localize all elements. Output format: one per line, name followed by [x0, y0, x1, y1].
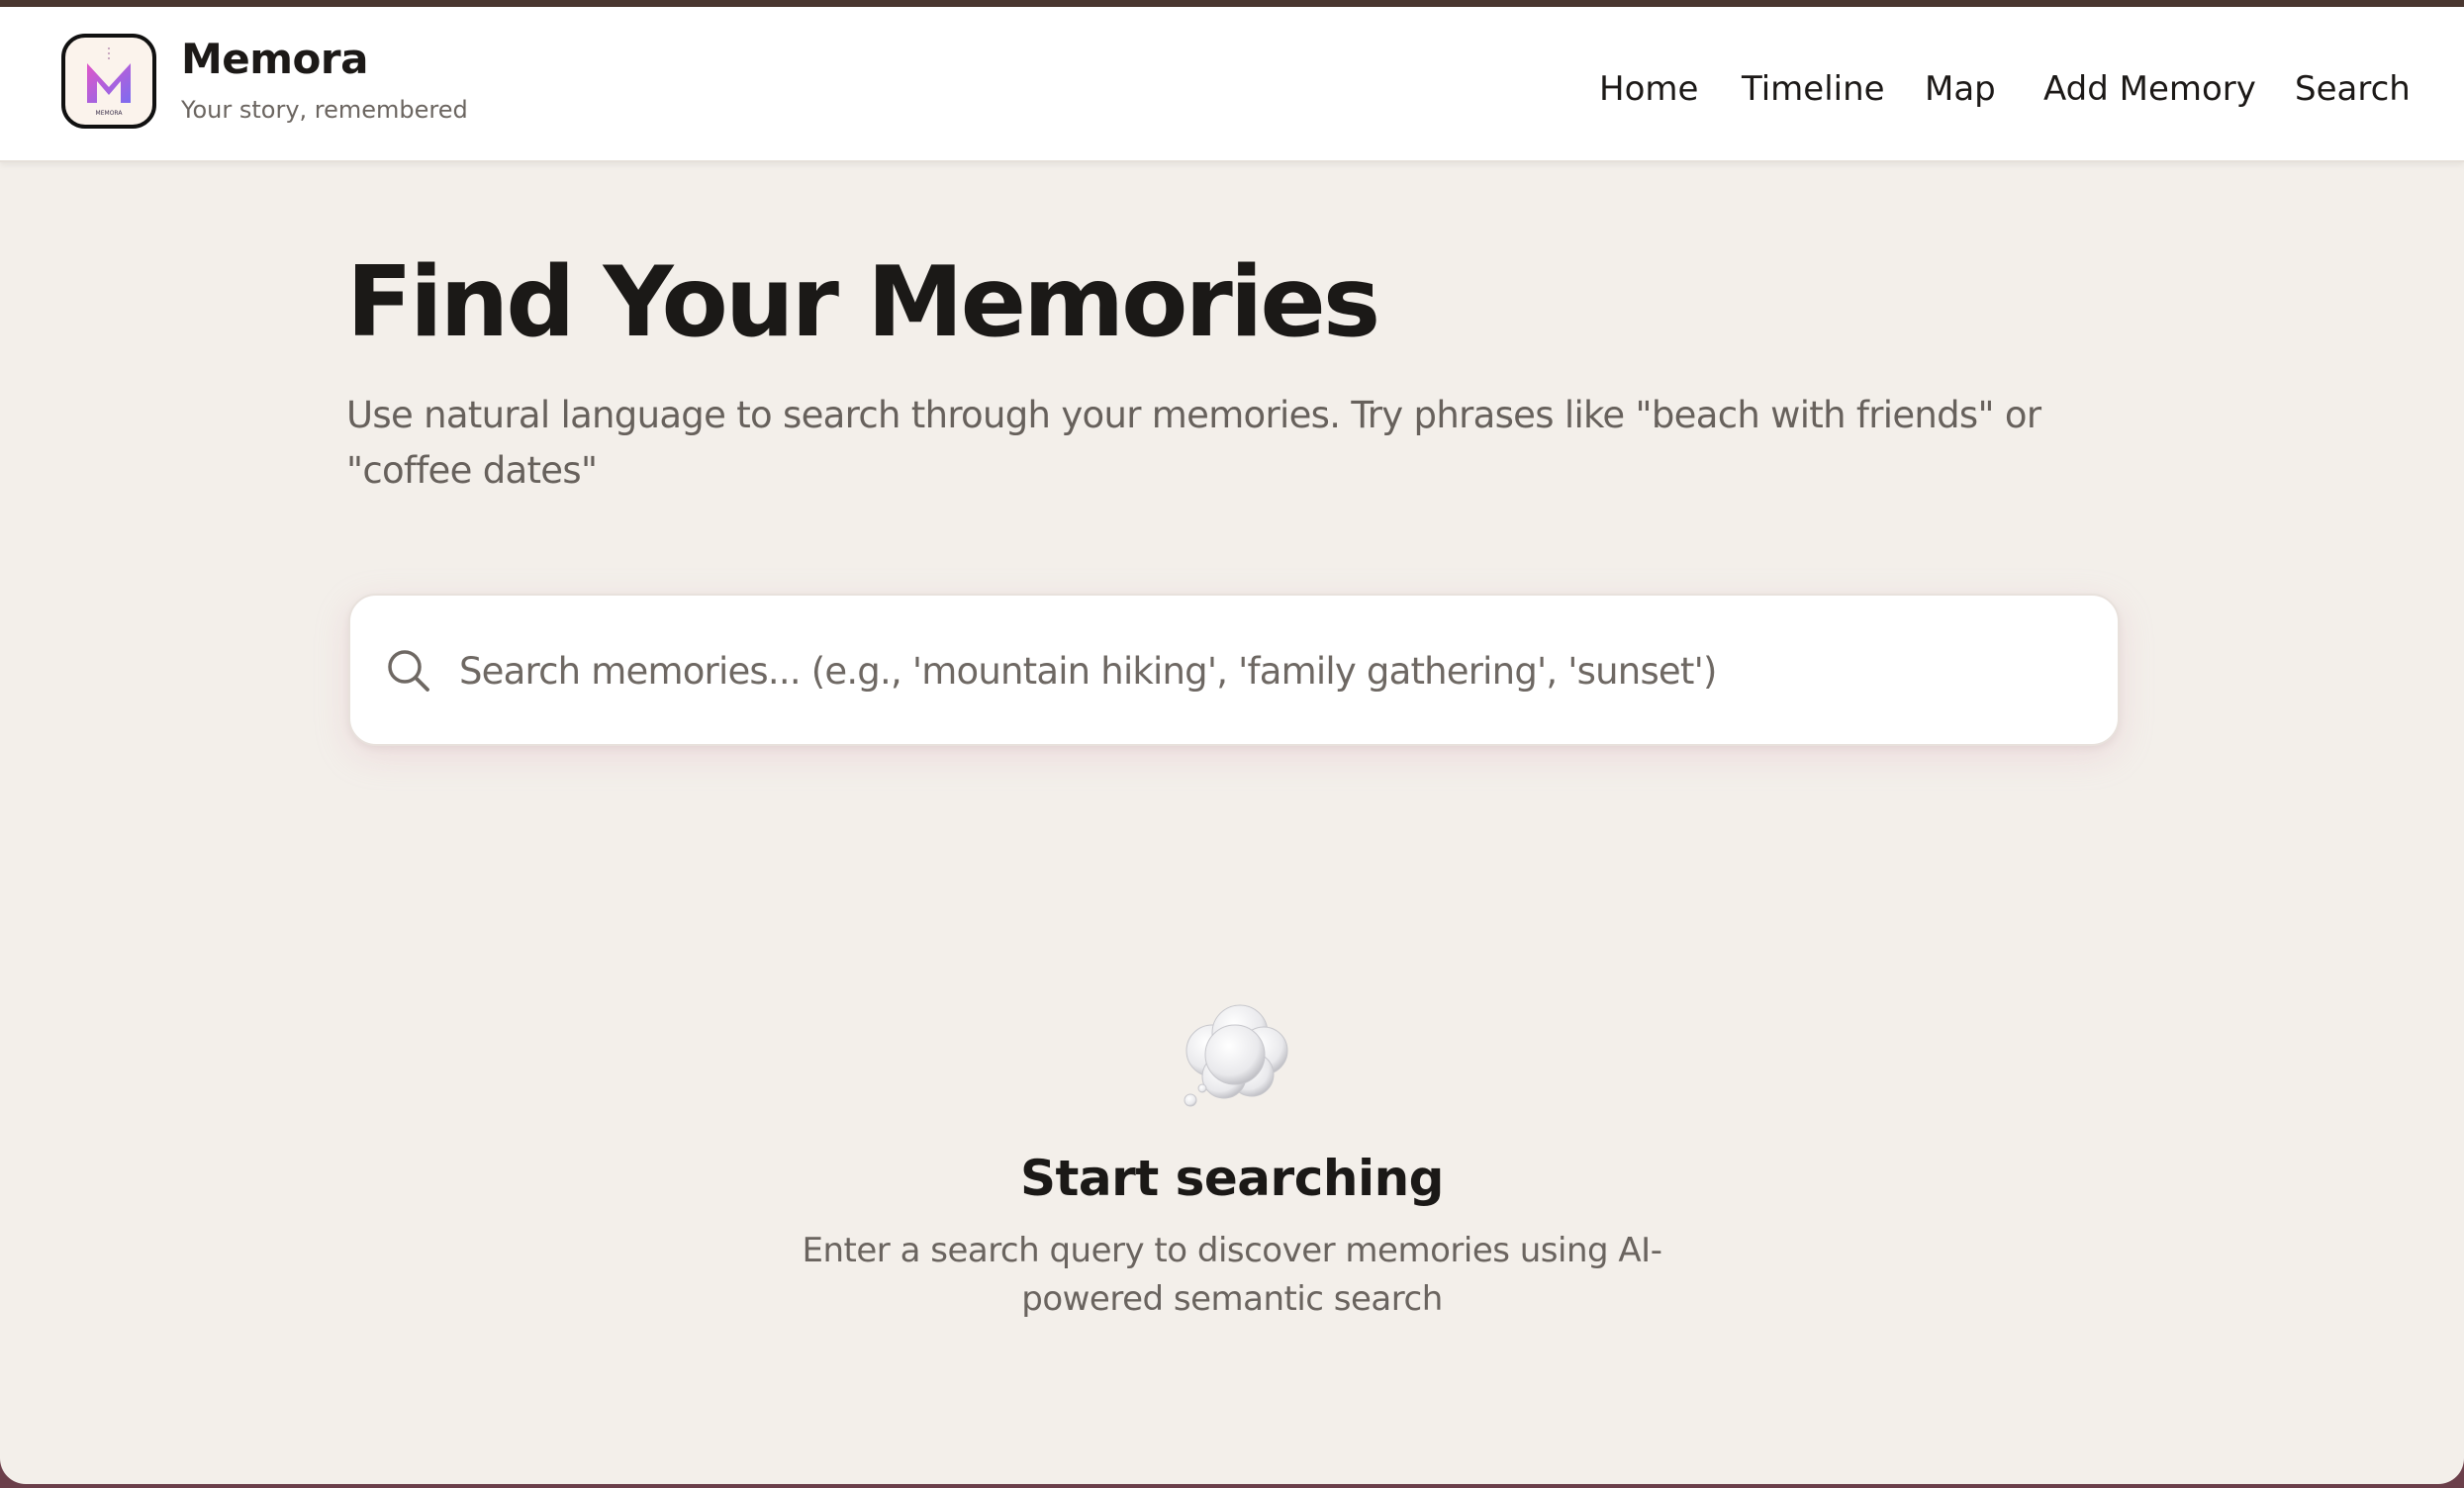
- window-top-strip: [0, 0, 2464, 7]
- app-tagline: Your story, remembered: [181, 96, 468, 124]
- search-bar[interactable]: [348, 594, 2120, 746]
- page-title: Find Your Memories: [346, 246, 1380, 359]
- svg-text:MEMORA: MEMORA: [96, 110, 124, 117]
- nav-home[interactable]: Home: [1599, 69, 1698, 109]
- nav-timeline[interactable]: Timeline: [1742, 69, 1885, 109]
- search-icon: [386, 648, 431, 698]
- nav-map[interactable]: Map: [1925, 69, 1996, 109]
- memora-logo-icon: MEMORA: [87, 47, 131, 117]
- nav-add-memory[interactable]: Add Memory: [2043, 69, 2256, 109]
- empty-state-description: Enter a search query to discover memorie…: [802, 1231, 1662, 1319]
- nav-search[interactable]: Search: [2295, 69, 2411, 109]
- page-subtitle: Use natural language to search through y…: [346, 394, 2041, 492]
- thought-bubble-icon: [1173, 993, 1301, 1121]
- empty-state-title: Start searching: [1020, 1150, 1444, 1207]
- search-input[interactable]: [459, 623, 2082, 718]
- app-name: Memora: [181, 35, 368, 83]
- site-header: MEMORA Memora Your story, remembered Hom…: [0, 7, 2464, 162]
- app-window: MEMORA Memora Your story, remembered Hom…: [0, 0, 2464, 1484]
- app-logo[interactable]: MEMORA: [61, 34, 156, 129]
